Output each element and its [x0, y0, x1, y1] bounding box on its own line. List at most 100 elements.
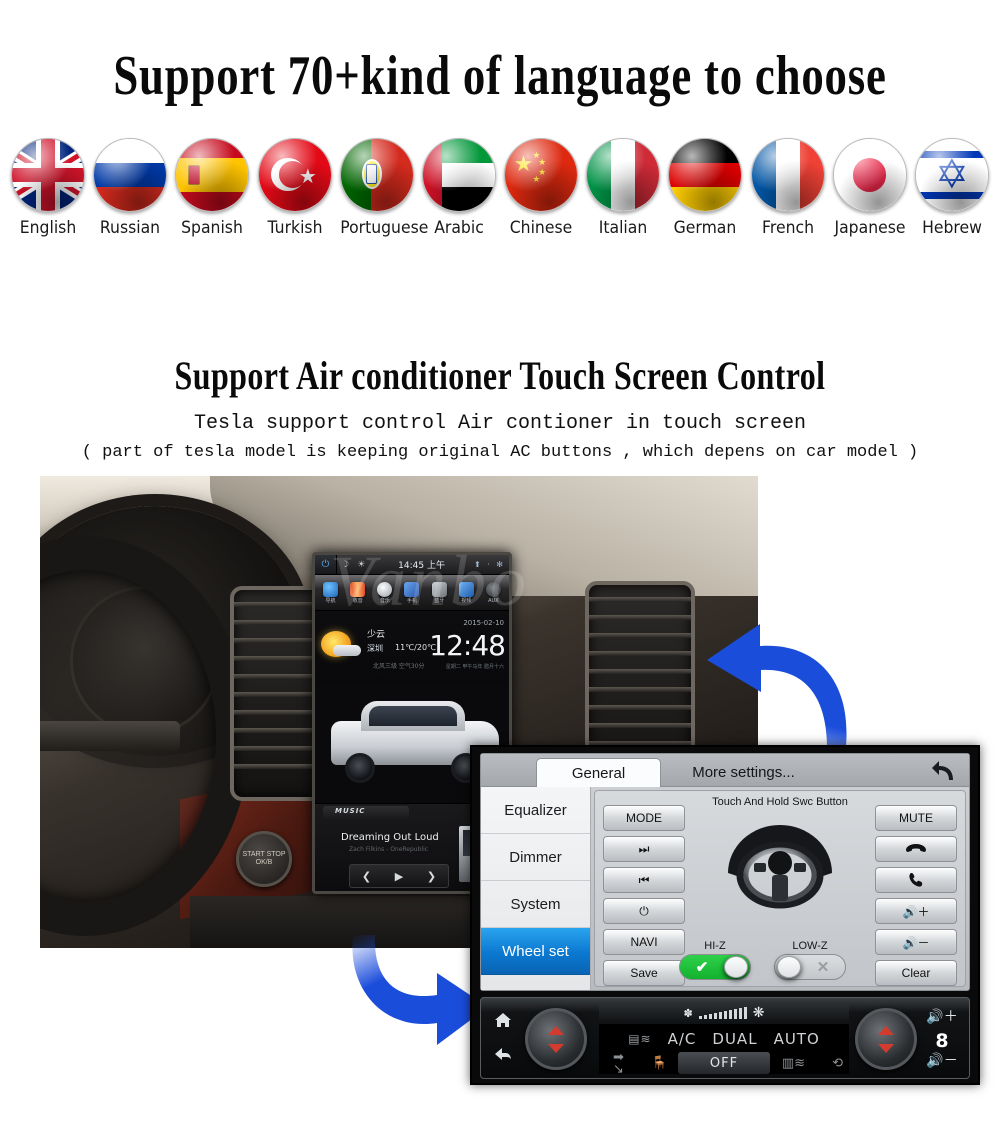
language-item-english: English: [8, 138, 88, 238]
mute-button[interactable]: MUTE: [875, 805, 957, 831]
clock-date: 2015-02-10: [463, 619, 504, 627]
temperature-knob-right[interactable]: [855, 1008, 917, 1070]
language-label: Hebrew: [921, 218, 982, 238]
video-icon: [458, 581, 474, 597]
music-track-artist: Zach Filkins - OneRepublic: [349, 846, 429, 853]
aux-icon: [485, 581, 501, 597]
low-z-label: LOW-Z: [792, 940, 828, 952]
ac-mode-ac[interactable]: A/C: [668, 1030, 697, 1048]
app-bluetooth[interactable]: 蓝牙: [427, 581, 451, 604]
navigation-icon: [323, 581, 339, 597]
language-item-portuguese: Portuguese: [337, 138, 429, 238]
settings-screen[interactable]: General More settings... Equalizer Dimme…: [470, 745, 980, 1085]
back-arrow-icon[interactable]: [929, 756, 959, 786]
settings-tab-bar: General More settings...: [481, 754, 969, 787]
weather-clock-widget[interactable]: 少云 深圳 11℃/20℃ 北风三级 空气30分 2015-02-10 12:4…: [315, 611, 509, 685]
hang-up-icon[interactable]: [875, 836, 957, 862]
app-video[interactable]: 视频: [454, 581, 478, 604]
check-icon: ✔: [695, 959, 709, 976]
settings-body: Equalizer Dimmer System Wheel set Touch …: [481, 787, 969, 990]
app-aux[interactable]: AUX: [481, 581, 505, 604]
save-button[interactable]: Save: [603, 960, 685, 986]
language-item-arabic: Arabic: [419, 138, 499, 238]
language-label: Russian: [100, 218, 161, 238]
volume-up-icon[interactable]: 🔊＋: [923, 1006, 961, 1026]
call-icon[interactable]: [875, 867, 957, 893]
language-item-japanese: Japanese: [830, 138, 910, 238]
ac-mode-auto[interactable]: AUTO: [774, 1030, 820, 1048]
ac-mode-panel: ▤≋ A/C DUAL AUTO ➡ ↘ 🪑 OFF ▥≋ ⟲: [599, 1024, 849, 1077]
app-music[interactable]: 音乐: [373, 581, 397, 604]
play-icon[interactable]: ▶: [395, 870, 403, 883]
settings-side-menu: Equalizer Dimmer System Wheel set: [481, 787, 591, 990]
volume-down-icon[interactable]: 🔊－: [923, 1050, 961, 1070]
car-window: [369, 706, 457, 726]
low-z-toggle[interactable]: ✕: [774, 954, 846, 980]
volume-down-icon[interactable]: 🔊－: [875, 929, 957, 955]
moon-icon[interactable]: ☽: [341, 560, 349, 570]
airflow-down-icon[interactable]: ↘: [613, 1062, 624, 1077]
volume-up-icon[interactable]: 🔊＋: [875, 898, 957, 924]
radio-icon: [350, 581, 366, 597]
sidebar-item-equalizer[interactable]: Equalizer: [481, 787, 590, 834]
hi-z-toggle-group: HI-Z ✔: [675, 940, 755, 980]
temp-down-arrow-left[interactable]: [548, 1043, 564, 1053]
china-flag-icon: ★ ★ ★ ★ ★: [504, 138, 579, 212]
language-item-russian: Russian: [90, 138, 170, 238]
language-item-italian: Italian: [583, 138, 663, 238]
back-arrow-icon[interactable]: [487, 1040, 519, 1068]
france-flag-icon: [750, 138, 825, 212]
mode-button[interactable]: MODE: [603, 805, 685, 831]
seat-airflow-icon[interactable]: 🪑: [651, 1056, 667, 1071]
tab-general[interactable]: General: [536, 758, 661, 787]
language-label: Portuguese: [339, 218, 429, 238]
app-label: AUX: [488, 597, 499, 604]
music-transport-controls[interactable]: ❮ ▶ ❯: [349, 864, 449, 888]
power-icon[interactable]: ⏻: [315, 555, 337, 574]
language-item-german: German: [665, 138, 745, 238]
language-item-french: French: [748, 138, 828, 238]
app-label: 导航: [325, 597, 336, 604]
wheel-set-panel: Touch And Hold Swc Button MODE ⏭ ⏮ ⏻ NAV…: [594, 790, 966, 987]
language-item-spanish: Spanish: [172, 138, 252, 238]
hi-z-toggle[interactable]: ✔: [679, 954, 751, 980]
ac-off-button[interactable]: OFF: [678, 1052, 770, 1074]
language-label: Japanese: [834, 218, 906, 238]
ac-mode-dual[interactable]: DUAL: [712, 1030, 757, 1048]
temp-up-arrow-right[interactable]: [878, 1025, 894, 1035]
temp-up-arrow-left[interactable]: [548, 1025, 564, 1035]
next-track-icon[interactable]: ❯: [427, 870, 436, 883]
previous-track-icon[interactable]: ❮: [362, 870, 371, 883]
temp-down-arrow-right[interactable]: [878, 1043, 894, 1053]
language-label: English: [19, 218, 77, 238]
subtitle-line-1: Tesla support control Air contioner in t…: [193, 412, 807, 435]
app-radio[interactable]: 收音: [346, 581, 370, 604]
clear-button[interactable]: Clear: [875, 960, 957, 986]
home-icon[interactable]: [487, 1006, 519, 1034]
previous-track-icon[interactable]: ⏮: [603, 867, 685, 893]
app-navigation[interactable]: 导航: [319, 581, 343, 604]
front-defrost-icon[interactable]: ▤≋: [628, 1032, 651, 1046]
brightness-icon[interactable]: ☀: [357, 560, 365, 570]
tab-more-settings[interactable]: More settings...: [666, 758, 821, 787]
temperature-knob-left[interactable]: [525, 1008, 587, 1070]
turkey-flag-icon: ★: [257, 138, 332, 212]
sidebar-item-wheel-set[interactable]: Wheel set: [481, 928, 590, 975]
power-icon[interactable]: ⏻: [603, 898, 685, 924]
status-right-icons: ⬆ · ✻: [473, 560, 505, 569]
language-flag-list: English Russian Spanish ★ Turkish Portug…: [8, 138, 992, 268]
fan-speed-indicator[interactable]: ✽ ❋: [599, 1004, 849, 1022]
air-conditioner-control-bar[interactable]: ✽ ❋ ▤≋ A/C DUAL AUTO ➡ ↘ 🪑 OFF ▥≋ ⟲ 🔊＋ 8…: [480, 997, 970, 1079]
app-phone[interactable]: 手机: [400, 581, 424, 604]
sidebar-item-system[interactable]: System: [481, 881, 590, 928]
app-label: 音乐: [379, 597, 390, 604]
navi-button[interactable]: NAVI: [603, 929, 685, 955]
max-defrost-icon[interactable]: ▥≋: [782, 1056, 805, 1071]
settings-window: General More settings... Equalizer Dimme…: [480, 753, 970, 991]
subtitle-line-2: ( part of tesla model is keeping origina…: [81, 443, 919, 462]
clock-date-lunar: 星期二 甲午马年 腊月十六: [445, 664, 504, 670]
language-item-hebrew: ✡ Hebrew: [912, 138, 992, 238]
next-track-icon[interactable]: ⏭: [603, 836, 685, 862]
recirculate-icon[interactable]: ⟲: [832, 1056, 843, 1071]
sidebar-item-dimmer[interactable]: Dimmer: [481, 834, 590, 881]
